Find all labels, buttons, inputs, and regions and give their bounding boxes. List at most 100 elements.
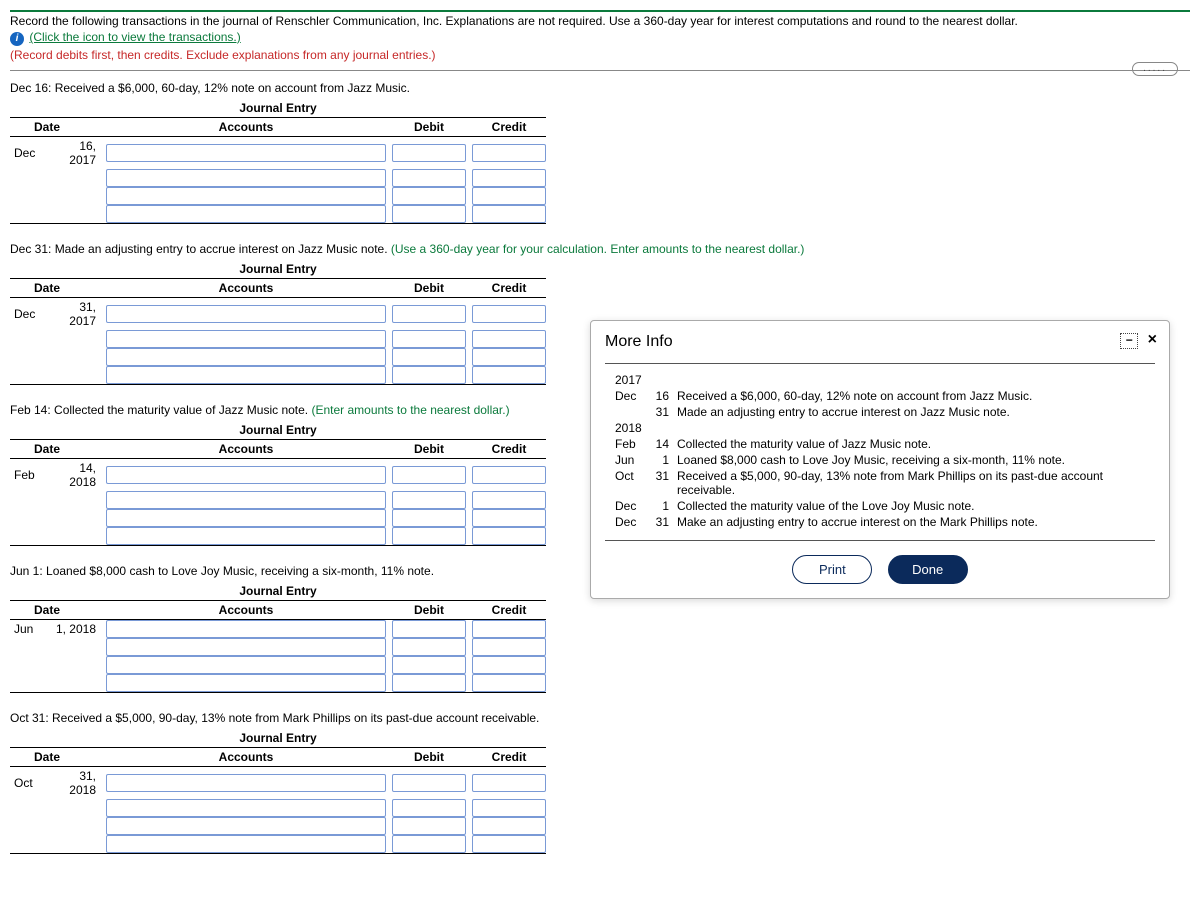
account-input[interactable] (106, 509, 386, 527)
debit-input[interactable] (392, 330, 466, 348)
account-input[interactable] (106, 774, 386, 792)
account-input[interactable] (106, 817, 386, 835)
close-icon[interactable]: × (1148, 331, 1157, 349)
account-input[interactable] (106, 491, 386, 509)
account-input[interactable] (106, 205, 386, 223)
credit-input[interactable] (472, 638, 546, 656)
txn-day: 1 (647, 498, 673, 514)
col-debit: Debit (392, 279, 466, 298)
date-day (48, 835, 100, 854)
credit-input[interactable] (472, 205, 546, 223)
col-accounts: Accounts (106, 748, 386, 767)
info-icon[interactable]: i (10, 32, 24, 46)
col-debit: Debit (392, 440, 466, 459)
debit-input[interactable] (392, 348, 466, 366)
account-input[interactable] (106, 330, 386, 348)
account-input[interactable] (106, 799, 386, 817)
account-input[interactable] (106, 187, 386, 205)
date-month (10, 491, 48, 509)
credit-input[interactable] (472, 817, 546, 835)
date-month (10, 638, 48, 656)
credit-input[interactable] (472, 509, 546, 527)
credit-input[interactable] (472, 187, 546, 205)
account-input[interactable] (106, 638, 386, 656)
account-input[interactable] (106, 169, 386, 187)
minimize-icon[interactable]: − (1120, 333, 1138, 349)
credit-input[interactable] (472, 144, 546, 162)
txn-text: Collected the maturity value of Jazz Mus… (673, 436, 1149, 452)
date-day (48, 205, 100, 224)
account-input[interactable] (106, 366, 386, 384)
debit-input[interactable] (392, 509, 466, 527)
account-input[interactable] (106, 527, 386, 545)
je-title: Journal Entry (10, 99, 546, 118)
debit-input[interactable] (392, 799, 466, 817)
txn-text: Loaned $8,000 cash to Love Joy Music, re… (673, 452, 1149, 468)
credit-input[interactable] (472, 774, 546, 792)
debit-input[interactable] (392, 144, 466, 162)
date-day (48, 169, 100, 187)
credit-input[interactable] (472, 799, 546, 817)
credit-input[interactable] (472, 330, 546, 348)
credit-input[interactable] (472, 620, 546, 638)
je-title: Journal Entry (10, 582, 546, 601)
credit-input[interactable] (472, 366, 546, 384)
journal-entry-block: Dec 16: Received a $6,000, 60-day, 12% n… (10, 81, 1190, 224)
done-button[interactable]: Done (888, 555, 968, 584)
credit-input[interactable] (472, 491, 546, 509)
credit-input[interactable] (472, 305, 546, 323)
credit-input[interactable] (472, 835, 546, 853)
debit-input[interactable] (392, 366, 466, 384)
col-date: Date (10, 601, 100, 620)
date-day: 31, 2017 (48, 298, 100, 331)
account-input[interactable] (106, 144, 386, 162)
col-accounts: Accounts (106, 440, 386, 459)
debit-input[interactable] (392, 527, 466, 545)
date-day (48, 366, 100, 385)
account-input[interactable] (106, 466, 386, 484)
date-month (10, 509, 48, 527)
debit-input[interactable] (392, 835, 466, 853)
date-month (10, 656, 48, 674)
debit-input[interactable] (392, 169, 466, 187)
date-month: Dec (10, 137, 48, 170)
credit-input[interactable] (472, 527, 546, 545)
credit-input[interactable] (472, 674, 546, 692)
date-day (48, 187, 100, 205)
date-day (48, 799, 100, 817)
debit-input[interactable] (392, 817, 466, 835)
debit-input[interactable] (392, 774, 466, 792)
debit-input[interactable] (392, 305, 466, 323)
entry-hint: (Use a 360-day year for your calculation… (391, 242, 805, 256)
main-instruction: Record the following transactions in the… (10, 14, 1190, 28)
credit-input[interactable] (472, 348, 546, 366)
debit-input[interactable] (392, 674, 466, 692)
debit-input[interactable] (392, 638, 466, 656)
account-input[interactable] (106, 620, 386, 638)
debit-input[interactable] (392, 656, 466, 674)
account-input[interactable] (106, 656, 386, 674)
account-input[interactable] (106, 674, 386, 692)
debit-input[interactable] (392, 620, 466, 638)
view-transactions-link[interactable]: (Click the icon to view the transactions… (29, 30, 240, 44)
date-day (48, 330, 100, 348)
debit-input[interactable] (392, 466, 466, 484)
date-month: Feb (10, 459, 48, 492)
je-title: Journal Entry (10, 260, 546, 279)
txn-month: Jun (611, 452, 647, 468)
debit-input[interactable] (392, 187, 466, 205)
credit-input[interactable] (472, 466, 546, 484)
credit-input[interactable] (472, 169, 546, 187)
date-day (48, 348, 100, 366)
date-month (10, 169, 48, 187)
credit-input[interactable] (472, 656, 546, 674)
account-input[interactable] (106, 835, 386, 853)
account-input[interactable] (106, 305, 386, 323)
overflow-button[interactable]: ..... (1132, 62, 1178, 76)
debit-input[interactable] (392, 205, 466, 223)
account-input[interactable] (106, 348, 386, 366)
col-credit: Credit (472, 748, 546, 767)
print-button[interactable]: Print (792, 555, 872, 584)
debit-input[interactable] (392, 491, 466, 509)
year-heading: 2018 (611, 420, 647, 436)
